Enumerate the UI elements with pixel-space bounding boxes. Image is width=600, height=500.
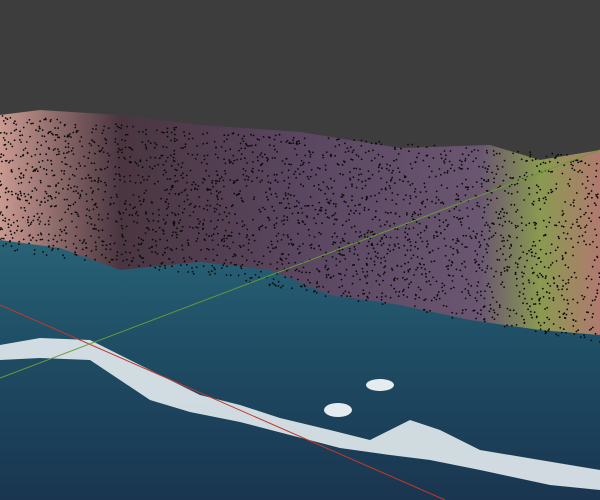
viewport-scene[interactable] (0, 0, 600, 500)
foam-patch (324, 403, 352, 417)
foam-patch (366, 379, 394, 391)
3d-viewport[interactable] (0, 0, 600, 500)
